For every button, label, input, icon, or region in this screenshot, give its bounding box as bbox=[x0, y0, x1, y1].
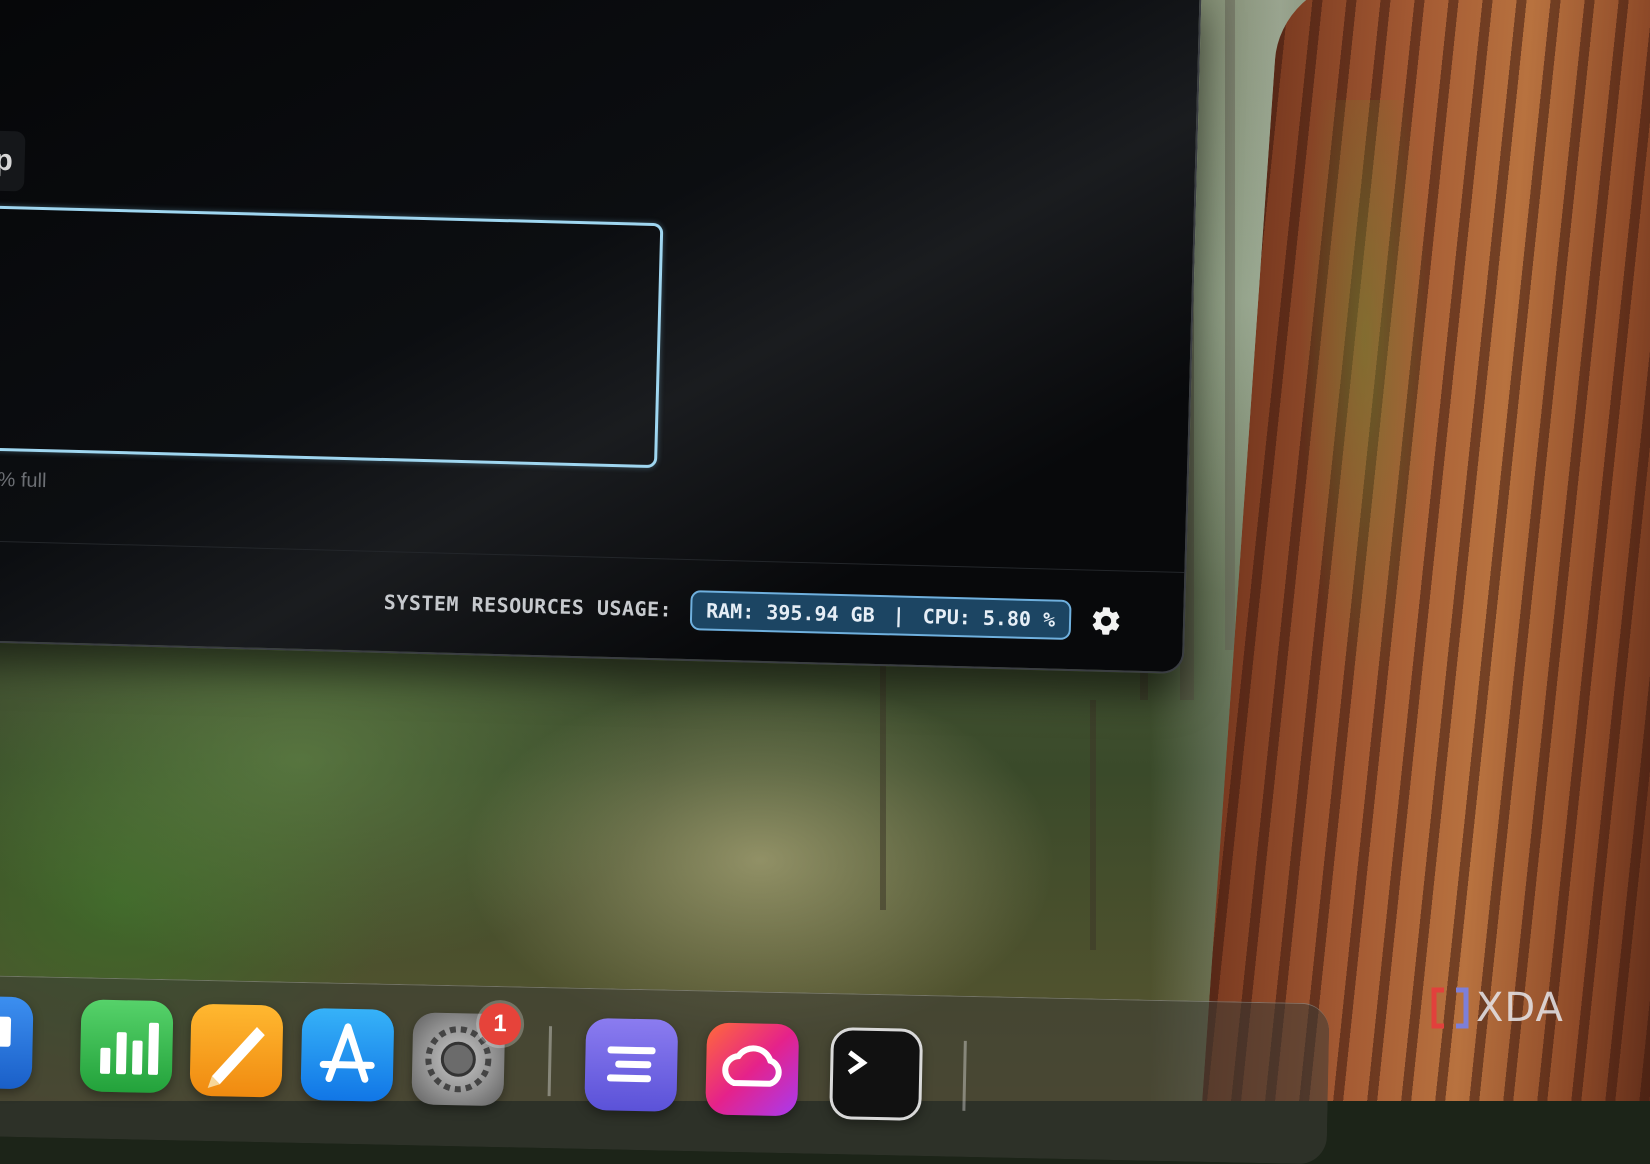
app-window: p 0% full SYSTEM RESOURCES USAGE: RAM: 3… bbox=[0, 0, 1202, 675]
watermark-text: XDA bbox=[1476, 985, 1564, 1031]
usage-separator: | bbox=[892, 602, 906, 628]
notes-icon[interactable] bbox=[584, 1017, 679, 1112]
dock: 1 bbox=[0, 975, 1330, 1164]
dock-divider bbox=[547, 1026, 553, 1097]
notification-badge: 1 bbox=[478, 1002, 522, 1046]
gear-icon[interactable] bbox=[1089, 603, 1124, 638]
cpu-usage: CPU: 5.80 % bbox=[922, 603, 1056, 632]
sidebar-tab-glyph: p bbox=[0, 143, 14, 178]
numbers-icon[interactable] bbox=[79, 999, 174, 1094]
pages-icon[interactable] bbox=[189, 1003, 284, 1098]
system-resources-label: SYSTEM RESOURCES USAGE: bbox=[383, 589, 673, 622]
creative-cloud-icon[interactable] bbox=[705, 1022, 800, 1117]
terminal-icon[interactable] bbox=[829, 1027, 924, 1121]
storage-caption: 0% full bbox=[0, 468, 47, 493]
ram-usage: RAM: 395.94 GB bbox=[705, 597, 875, 627]
xda-logo-icon bbox=[1431, 987, 1469, 1029]
xda-watermark: XDA bbox=[1430, 985, 1564, 1031]
sidebar-tab[interactable]: p bbox=[0, 129, 26, 192]
dock-divider bbox=[962, 1040, 967, 1111]
keynote-icon[interactable] bbox=[0, 995, 34, 1090]
storage-panel bbox=[0, 205, 664, 469]
app-store-icon[interactable] bbox=[300, 1007, 395, 1102]
resource-usage-pill: RAM: 395.94 GB | CPU: 5.80 % bbox=[689, 589, 1072, 640]
